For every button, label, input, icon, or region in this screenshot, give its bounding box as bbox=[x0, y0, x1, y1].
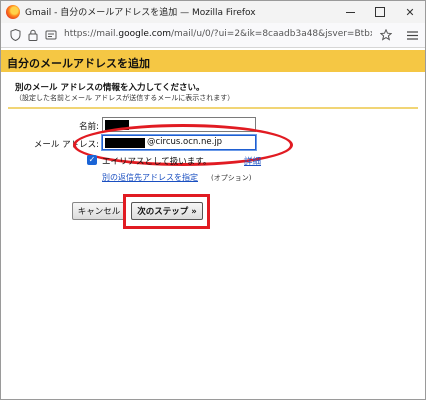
maximize-button[interactable] bbox=[365, 1, 395, 23]
url-prefix: https://mail. bbox=[64, 29, 119, 39]
optional-note: (オプション) bbox=[211, 174, 252, 182]
close-button[interactable]: ✕ bbox=[395, 1, 425, 23]
url-text[interactable]: https://mail.google.com/mail/u/0/?ui=2&i… bbox=[64, 29, 372, 39]
header-band: 自分のメールアドレスを追加 bbox=[1, 50, 425, 72]
title-bar: Gmail - 自分のメールアドレスを追加 — Mozilla Firefox … bbox=[1, 1, 425, 23]
form-subtitle: 別のメール アドレスの情報を入力してください。 bbox=[15, 83, 205, 93]
reply-to-link[interactable]: 別の返信先アドレスを指定 bbox=[102, 172, 198, 183]
window-title: Gmail - 自分のメールアドレスを追加 — Mozilla Firefox bbox=[25, 8, 256, 18]
red-box-annotation bbox=[123, 194, 210, 229]
url-domain: google.com bbox=[118, 29, 171, 39]
close-icon: ✕ bbox=[405, 5, 415, 19]
bookmark-star-icon[interactable] bbox=[379, 28, 393, 42]
cancel-button[interactable]: キャンセル bbox=[72, 202, 126, 220]
form-note: （設定した名前とメール アドレスが送信するメールに表示されます） bbox=[15, 94, 235, 102]
url-bar: https://mail.google.com/mail/u/0/?ui=2&i… bbox=[1, 23, 425, 48]
divider bbox=[8, 107, 418, 109]
minimize-icon bbox=[345, 11, 355, 13]
name-label: 名前: bbox=[79, 122, 99, 132]
detail-link[interactable]: 詳細 bbox=[244, 155, 261, 167]
hamburger-menu-icon[interactable] bbox=[405, 28, 419, 42]
permissions-icon[interactable] bbox=[44, 28, 58, 42]
url-path: /mail/u/0/?ui=2&ik=8caadb3a48&jsver=Btbx… bbox=[170, 29, 372, 39]
alias-label: エイリアスとして扱います。 bbox=[102, 157, 212, 167]
lock-icon[interactable] bbox=[26, 28, 40, 42]
page-content: 自分のメールアドレスを追加 別のメール アドレスの情報を入力してください。 （設… bbox=[1, 48, 425, 399]
shield-icon[interactable] bbox=[8, 28, 22, 42]
maximize-icon bbox=[375, 7, 385, 17]
browser-window: Gmail - 自分のメールアドレスを追加 — Mozilla Firefox … bbox=[0, 0, 426, 400]
page-title: 自分のメールアドレスを追加 bbox=[7, 57, 150, 70]
checkmark-icon: ✓ bbox=[88, 155, 96, 164]
minimize-button[interactable] bbox=[335, 1, 365, 23]
alias-checkbox[interactable]: ✓ bbox=[87, 155, 97, 165]
firefox-logo-icon bbox=[6, 5, 20, 19]
